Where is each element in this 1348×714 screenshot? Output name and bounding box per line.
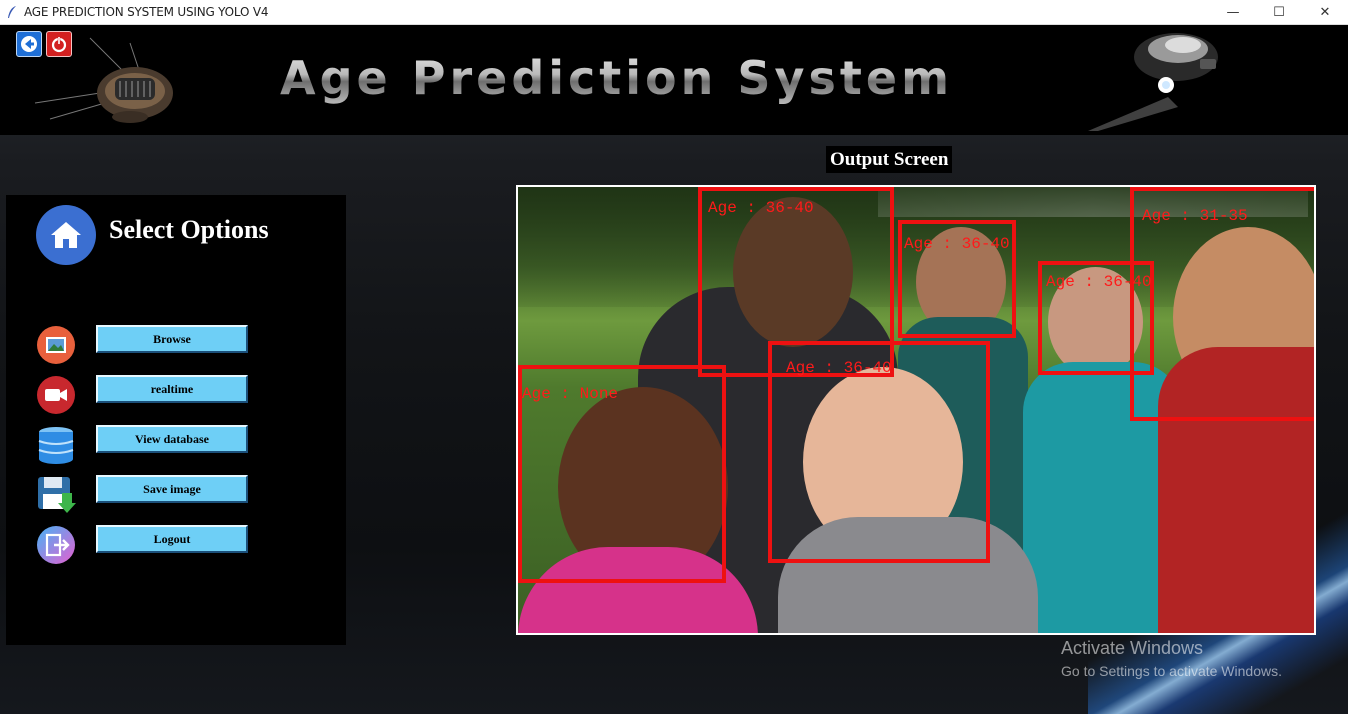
output-image: Age : 36-40 Age : 36-40 Age : 31-35 Age … bbox=[516, 185, 1316, 635]
close-button[interactable]: ✕ bbox=[1302, 0, 1348, 24]
maximize-button[interactable]: ☐ bbox=[1256, 0, 1302, 24]
image-icon bbox=[37, 326, 75, 364]
detection-label: Age : 31-35 bbox=[1142, 207, 1248, 225]
detection-label: Age : None bbox=[522, 385, 619, 403]
home-icon bbox=[36, 205, 96, 265]
window-title-bar: AGE PREDICTION SYSTEM USING YOLO V4 — ☐ … bbox=[0, 0, 1348, 25]
browse-button[interactable]: Browse bbox=[96, 325, 248, 353]
save-image-button[interactable]: Save image bbox=[96, 475, 248, 503]
robot-drone-left-image bbox=[34, 37, 173, 123]
detection-label: Age : 36-40 bbox=[904, 235, 1010, 253]
realtime-button[interactable]: realtime bbox=[96, 375, 248, 403]
minimize-button[interactable]: — bbox=[1210, 0, 1256, 24]
options-panel: Select Options Browse realtime View data… bbox=[6, 195, 346, 645]
panel-title: Select Options bbox=[109, 215, 269, 244]
output-screen-label: Output Screen bbox=[826, 146, 953, 173]
banner-title: Age Prediction System bbox=[280, 43, 1070, 113]
detection-label: Age : 36-40 bbox=[1046, 273, 1152, 291]
feather-app-icon bbox=[8, 6, 16, 18]
database-icon bbox=[38, 427, 74, 464]
watermark-line-2: Go to Settings to activate Windows. bbox=[1061, 663, 1282, 679]
window-title: AGE PREDICTION SYSTEM USING YOLO V4 bbox=[24, 5, 269, 19]
header-banner: Age Prediction System bbox=[0, 25, 1348, 135]
detection-label: Age : 36-40 bbox=[786, 359, 892, 377]
logout-button[interactable]: Logout bbox=[96, 525, 248, 553]
logout-icon bbox=[37, 526, 75, 564]
view-database-button[interactable]: View database bbox=[96, 425, 248, 453]
video-camera-icon bbox=[37, 376, 75, 414]
robot-drone-right-image bbox=[1088, 33, 1218, 131]
watermark-line-1: Activate Windows bbox=[1061, 638, 1204, 658]
activate-windows-watermark: Activate Windows Go to Settings to activ… bbox=[1061, 638, 1282, 679]
save-icon bbox=[38, 477, 76, 513]
detection-label: Age : 36-40 bbox=[708, 199, 814, 217]
